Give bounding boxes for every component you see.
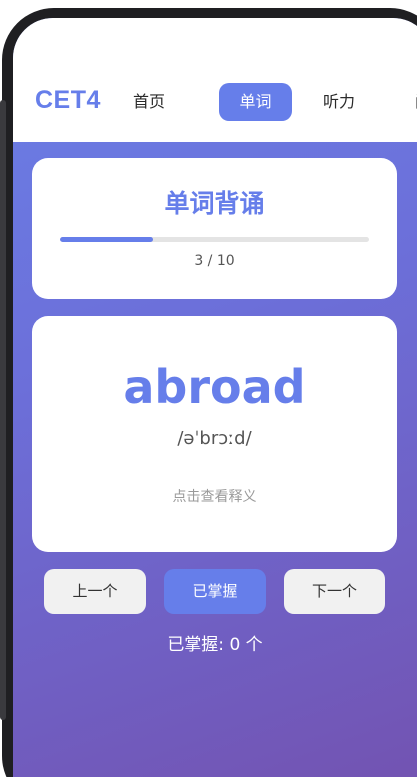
progress-counter: 3 / 10 [194,253,235,269]
app-logo[interactable]: CET4 [35,86,101,115]
nav-tab-home[interactable]: 首页 [119,83,179,121]
page-title: 单词背诵 [164,189,265,218]
word-phonetic: /əˈbrɔːd/ [177,428,252,449]
mastered-count: 已掌握: 0 个 [167,635,263,655]
app-screen: CET4 首页 单词 听力 阅 单词背诵 3 / 10 abroad /əˈbr… [13,18,417,777]
progress-card: 单词背诵 3 / 10 [32,158,397,299]
mark-mastered-button[interactable]: 已掌握 [164,569,266,614]
word-text: abroad [123,360,306,414]
word-card[interactable]: abroad /əˈbrɔːd/ 点击查看释义 [32,316,397,552]
nav-tab-reading[interactable]: 阅 [393,83,417,121]
device: CET4 首页 单词 听力 阅 单词背诵 3 / 10 abroad /əˈbr… [0,0,417,777]
prev-word-button[interactable]: 上一个 [44,569,146,614]
top-nav-bar: CET4 首页 单词 听力 阅 [13,18,417,142]
nav-tab-listening[interactable]: 听力 [309,83,369,121]
progress-bar-fill [60,237,153,242]
progress-bar [60,237,369,242]
show-meaning-hint[interactable]: 点击查看释义 [32,486,397,506]
next-word-button[interactable]: 下一个 [284,569,385,614]
nav-tab-words[interactable]: 单词 [219,83,292,121]
phone-side-edge [0,100,6,720]
